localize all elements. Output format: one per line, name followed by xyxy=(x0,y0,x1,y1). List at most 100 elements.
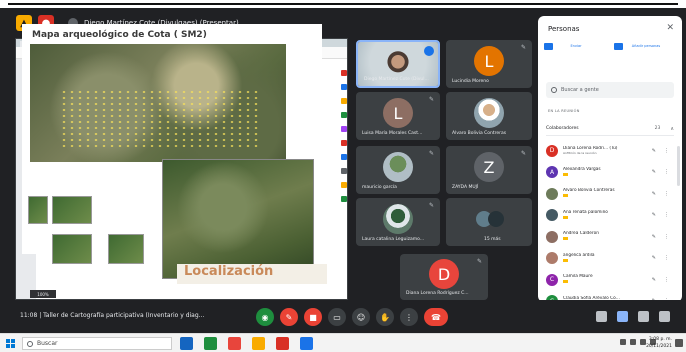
participant-name: Diego Martínez Cote (Divul... xyxy=(364,77,429,82)
avatar: C xyxy=(546,273,558,286)
reactions-button[interactable]: ☺ xyxy=(352,308,370,326)
person-row[interactable]: Ana renata palomino ✎ ⋮ xyxy=(546,205,674,227)
app-icon[interactable] xyxy=(300,337,313,350)
scrollbar[interactable] xyxy=(677,146,680,186)
participant-tile[interactable]: D ✎ Diana Lorena Rodríguez C... xyxy=(400,254,488,300)
people-icon[interactable] xyxy=(617,311,628,322)
person-row[interactable]: Alvaro Bolivia Contreras ✎ ⋮ xyxy=(546,183,674,205)
person-row[interactable]: C Camila Maure ✎ ⋮ xyxy=(546,269,674,291)
person-row[interactable]: angelica ardila ✎ ⋮ xyxy=(546,248,674,270)
chevron-up-icon[interactable]: ∧ xyxy=(670,126,674,132)
aerial-photo-main xyxy=(30,44,286,162)
avatar: L xyxy=(383,98,413,129)
collaborators-count: 23 xyxy=(654,126,661,131)
more-icon[interactable]: ⋮ xyxy=(664,212,669,218)
raise-hand-button[interactable]: ✋ xyxy=(376,308,394,326)
panel-title: Personas xyxy=(548,25,580,33)
badge-icon xyxy=(563,172,568,176)
chrome-icon[interactable] xyxy=(204,337,217,350)
tool-icon[interactable] xyxy=(341,182,347,188)
captions-button[interactable]: ◉ xyxy=(256,308,274,326)
camera-button[interactable]: ■ xyxy=(304,308,322,326)
mic-off-icon: ✎ xyxy=(651,190,656,197)
more-icon[interactable]: ⋮ xyxy=(664,191,669,197)
tool-icon[interactable] xyxy=(341,84,347,90)
detail-photo xyxy=(28,196,48,224)
avatar xyxy=(546,230,558,243)
edge-icon[interactable] xyxy=(180,337,193,350)
windows-start-icon[interactable] xyxy=(6,339,15,348)
clock[interactable]: 3:08 p. m. 20/11/2021 xyxy=(646,336,672,350)
tool-icon[interactable] xyxy=(341,168,347,174)
participant-tile[interactable]: Z ✎ ZAYDA MUJÍ xyxy=(446,146,532,194)
participant-tile[interactable]: L ✎ Lucindia Moreno xyxy=(446,40,532,88)
more-icon[interactable]: ⋮ xyxy=(664,234,669,240)
more-icon[interactable]: ⋮ xyxy=(664,169,669,175)
notification-icon[interactable] xyxy=(675,339,683,347)
participant-tile[interactable]: Alvaro Bolivia Contreras xyxy=(446,92,532,140)
people-panel: Personas ✕ Enviar Añadir personas Buscar… xyxy=(538,16,682,302)
more-icon[interactable]: ⋮ xyxy=(664,277,669,283)
avatar: Z xyxy=(474,152,504,183)
chat-icon[interactable] xyxy=(638,311,649,322)
add-people-button[interactable]: Añadir personas xyxy=(614,43,676,50)
participant-tile[interactable]: ✎ Laura catalina Leguizamo... xyxy=(356,198,440,246)
slide-title: Mapa arqueológico de Cota ( SM2) xyxy=(32,30,207,40)
leave-call-button[interactable]: ☎ xyxy=(424,308,448,326)
avatar-photo xyxy=(383,204,413,235)
aerial-photo-detail xyxy=(162,159,314,279)
search-icon xyxy=(551,87,557,93)
participant-tile[interactable]: ✎ mauricio garcía xyxy=(356,146,440,194)
avatar xyxy=(546,252,558,265)
mic-button[interactable]: ✎ xyxy=(280,308,298,326)
participant-tile[interactable]: L ✎ Luisa María Morales Cast... xyxy=(356,92,440,140)
participant-name: ZAYDA MUJÍ xyxy=(452,185,479,190)
avatar xyxy=(546,209,558,222)
taskbar-search-input[interactable]: Buscar xyxy=(22,337,172,350)
activities-icon[interactable] xyxy=(659,311,670,322)
detail-photo xyxy=(52,196,92,224)
store-icon[interactable] xyxy=(228,337,241,350)
mic-off-icon: ✎ xyxy=(428,96,434,103)
more-participants-tile[interactable]: 15 más xyxy=(446,198,532,246)
tool-icon[interactable] xyxy=(341,70,347,76)
info-icon[interactable] xyxy=(596,311,607,322)
os-taskbar: Buscar 3:08 p. m. 20/11/2021 xyxy=(0,333,686,352)
tool-icon[interactable] xyxy=(341,154,347,160)
tool-icon[interactable] xyxy=(341,196,347,202)
file-explorer-icon[interactable] xyxy=(252,337,265,350)
meeting-control-bar: 11:08 | Taller de Cartografía participat… xyxy=(0,300,686,333)
more-icon[interactable]: ⋮ xyxy=(664,148,669,154)
more-options-button[interactable]: ⋮ xyxy=(400,308,418,326)
speaking-icon xyxy=(424,46,434,56)
mic-off-icon: ✎ xyxy=(651,233,656,240)
send-button[interactable]: Enviar xyxy=(544,43,606,50)
avatar: D xyxy=(429,259,459,290)
person-row[interactable]: Andrea Calderon ✎ ⋮ xyxy=(546,226,674,248)
zoom-level[interactable]: 100% xyxy=(30,290,56,298)
person-row[interactable]: D Diana Lorena Rodri... (Tú) Anfitrión de… xyxy=(546,140,674,162)
tool-icon[interactable] xyxy=(341,98,347,104)
avatar-photo xyxy=(383,152,413,183)
chevron-up-icon[interactable] xyxy=(620,339,626,345)
panel-toggles xyxy=(596,311,670,322)
collaborators-header[interactable]: Colaboradores 23 ∧ xyxy=(546,122,674,136)
participant-tile[interactable]: Diego Martínez Cote (Divul... xyxy=(356,40,440,88)
tool-icon[interactable] xyxy=(341,140,347,146)
tool-icon[interactable] xyxy=(341,126,347,132)
badge-icon xyxy=(563,258,568,262)
tool-icon[interactable] xyxy=(341,112,347,118)
badge-icon xyxy=(563,194,568,198)
person-row[interactable]: A Alexandra Vargas ✎ ⋮ xyxy=(546,162,674,184)
close-icon[interactable]: ✕ xyxy=(666,23,674,33)
app-icon[interactable] xyxy=(276,337,289,350)
detail-photo xyxy=(52,234,92,264)
present-button[interactable]: ▭ xyxy=(328,308,346,326)
send-icon xyxy=(544,43,553,50)
mic-off-icon: ✎ xyxy=(651,147,656,154)
top-border xyxy=(0,0,686,8)
participant-name: Laura catalina Leguizamo... xyxy=(362,237,425,242)
more-icon[interactable]: ⋮ xyxy=(664,255,669,261)
network-icon[interactable] xyxy=(630,339,636,345)
people-search-input[interactable]: Buscar a gente xyxy=(546,82,674,98)
